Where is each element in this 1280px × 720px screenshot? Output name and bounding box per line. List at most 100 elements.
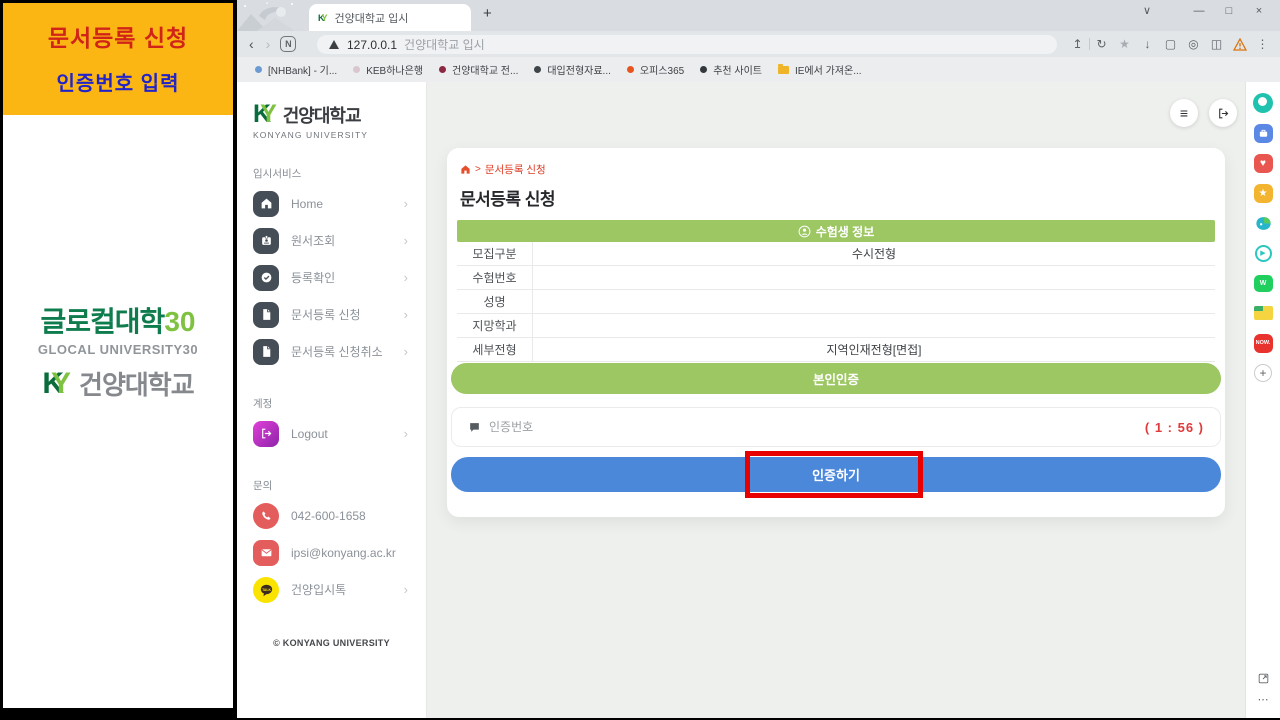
logout-icon xyxy=(253,421,279,447)
webtoon-icon[interactable]: W xyxy=(1253,273,1273,293)
close-button[interactable]: × xyxy=(1244,5,1274,17)
glocal-logo-english: GLOCAL UNIVERSITY30 xyxy=(3,342,233,357)
phone-icon xyxy=(253,503,279,529)
sidebar-item-logout[interactable]: Logout › xyxy=(253,415,410,452)
whale-sidebar: ♥ ★ ▶ W NOW. + ⋯ xyxy=(1245,82,1280,718)
bookmark-dot-icon xyxy=(627,66,634,73)
glocal-logo-korean: 글로컬대학 xyxy=(41,306,165,337)
back-button[interactable]: ‹ xyxy=(249,36,254,52)
breadcrumb-separator: > xyxy=(475,164,481,175)
section-label-contact: 문의 xyxy=(253,478,410,493)
glocal-university-logo: 글로컬대학30 GLOCAL UNIVERSITY30 KY 건양대학교 xyxy=(3,300,233,402)
verification-code-field[interactable]: ( 1 : 56 ) xyxy=(451,407,1221,447)
favorites-star-icon[interactable]: ★ xyxy=(1253,183,1273,203)
sidebar-item-phone[interactable]: 042-600-1658 xyxy=(253,497,410,534)
identity-verify-button[interactable]: 본인인증 xyxy=(451,363,1221,394)
sidebar-item-application-lookup[interactable]: 원서조회 › xyxy=(253,222,410,259)
mail-icon xyxy=(253,540,279,566)
browser-window: KY 건양대학교 입시 + ∨ — □ × ‹ › N 127.0.0.1 건양… xyxy=(237,0,1280,718)
url-page-title: 건양대학교 입시 xyxy=(404,36,485,53)
naver-button[interactable]: N xyxy=(280,36,296,52)
new-tab-button[interactable]: + xyxy=(483,5,492,22)
sidebar-item-kakao-talk[interactable]: TALK 건양입시톡 › xyxy=(253,571,410,608)
mybox-icon[interactable] xyxy=(1253,303,1273,323)
whale-theme-art xyxy=(237,0,317,31)
chevron-right-icon: › xyxy=(404,270,408,285)
tab-list-icon[interactable]: ▢ xyxy=(1159,37,1182,51)
sidebar-item-home[interactable]: Home › xyxy=(253,185,410,222)
capture-icon[interactable]: ◎ xyxy=(1182,37,1205,51)
tab-title: 건양대학교 입시 xyxy=(335,10,409,26)
browser-toolbar: ‹ › N 127.0.0.1 건양대학교 입시 ↥ ↻ ★ ↓ ▢ ◎ ◫ ⋮ xyxy=(237,31,1280,57)
logo-name: 건양대학교 xyxy=(283,102,361,128)
bookmark-star-icon[interactable]: ★ xyxy=(1113,37,1136,51)
breadcrumb-current: 문서등록 신청 xyxy=(485,162,546,177)
verify-submit-button[interactable]: 인증하기 xyxy=(451,457,1221,492)
address-bar[interactable]: 127.0.0.1 건양대학교 입시 xyxy=(317,35,1057,54)
page-menu-button[interactable]: ≡ xyxy=(1170,99,1198,127)
browser-more-icon[interactable]: ⋮ xyxy=(1251,37,1274,51)
konyang-name: 건양대학교 xyxy=(79,365,194,402)
logo-subtitle: KONYANG UNIVERSITY xyxy=(253,130,410,140)
document-icon xyxy=(253,302,279,328)
bookmark-item[interactable]: 대입전형자료... xyxy=(534,62,611,77)
home-icon[interactable] xyxy=(460,164,471,175)
table-row: 수험번호 xyxy=(457,266,1215,290)
annotation-title: 문서등록 신청 xyxy=(3,19,233,53)
heart-icon[interactable]: ♥ xyxy=(1253,153,1273,173)
site-sidebar: KY 건양대학교 KONYANG UNIVERSITY 입시서비스 Home ›… xyxy=(237,82,427,718)
open-external-icon[interactable] xyxy=(1257,672,1270,685)
chevron-right-icon: › xyxy=(404,233,408,248)
add-app-icon[interactable]: + xyxy=(1253,363,1273,383)
naver-tv-icon[interactable]: ▶ xyxy=(1253,243,1273,263)
download-icon[interactable]: ↓ xyxy=(1136,37,1159,51)
whale-home-icon[interactable] xyxy=(1253,93,1273,113)
chevron-right-icon: › xyxy=(404,196,408,211)
bookmark-item[interactable]: IE에서 가져온... xyxy=(778,62,862,77)
whale-logo-icon[interactable] xyxy=(1253,213,1273,233)
share-icon[interactable]: ↥ xyxy=(1066,37,1089,51)
folder-icon xyxy=(778,66,789,74)
page-logout-button[interactable] xyxy=(1209,99,1237,127)
bookmark-item[interactable]: KEB하나은행 xyxy=(353,62,423,77)
bookmark-dot-icon xyxy=(353,66,360,73)
table-row: 성명 xyxy=(457,290,1215,314)
sidebar-more-icon[interactable]: ⋯ xyxy=(1258,693,1269,706)
person-icon xyxy=(798,225,811,238)
chevron-right-icon: › xyxy=(404,344,408,359)
bookmark-item[interactable]: [NHBank] - 기... xyxy=(255,62,337,77)
workspace-icon[interactable] xyxy=(1253,123,1273,143)
naver-now-icon[interactable]: NOW. xyxy=(1253,333,1273,353)
site-logo[interactable]: KY 건양대학교 xyxy=(253,100,410,129)
sidebar-item-email[interactable]: ipsi@konyang.ac.kr xyxy=(253,534,410,571)
tab-strip: KY 건양대학교 입시 + ∨ — □ × xyxy=(237,0,1280,31)
id-card-icon xyxy=(253,228,279,254)
copyright: © KONYANG UNIVERSITY xyxy=(253,638,410,648)
maximize-button[interactable]: □ xyxy=(1214,5,1244,17)
window-chevron-icon[interactable]: ∨ xyxy=(1132,4,1162,17)
bookmark-item[interactable]: 건양대학교 전... xyxy=(439,62,518,77)
reload-icon[interactable]: ↻ xyxy=(1090,37,1113,51)
sidebar-item-document-cancel[interactable]: 문서등록 신청취소 › xyxy=(253,333,410,370)
kakao-talk-icon: TALK xyxy=(253,577,279,603)
home-icon xyxy=(253,191,279,217)
verification-code-input[interactable] xyxy=(489,420,1145,434)
split-view-icon[interactable]: ◫ xyxy=(1205,37,1228,51)
sidebar-item-document-register[interactable]: 문서등록 신청 › xyxy=(253,296,410,333)
table-row: 지망학과 xyxy=(457,314,1215,338)
not-secure-icon xyxy=(329,40,339,49)
sidebar-item-registration-check[interactable]: 등록확인 › xyxy=(253,259,410,296)
section-label-account: 계정 xyxy=(253,396,410,411)
bookmark-item[interactable]: 추천 사이트 xyxy=(700,62,762,77)
browser-tab[interactable]: KY 건양대학교 입시 xyxy=(309,4,471,31)
page-title: 문서등록 신청 xyxy=(460,185,1215,210)
chat-bubble-icon xyxy=(468,421,481,434)
bookmark-item[interactable]: 오피스365 xyxy=(627,62,684,77)
forward-button[interactable]: › xyxy=(266,36,271,52)
chevron-right-icon: › xyxy=(404,582,408,597)
chevron-right-icon: › xyxy=(404,307,408,322)
glocal-logo-number: 30 xyxy=(164,306,195,337)
warning-icon[interactable] xyxy=(1228,38,1251,51)
minimize-button[interactable]: — xyxy=(1184,5,1214,17)
section-label-service: 입시서비스 xyxy=(253,166,410,181)
